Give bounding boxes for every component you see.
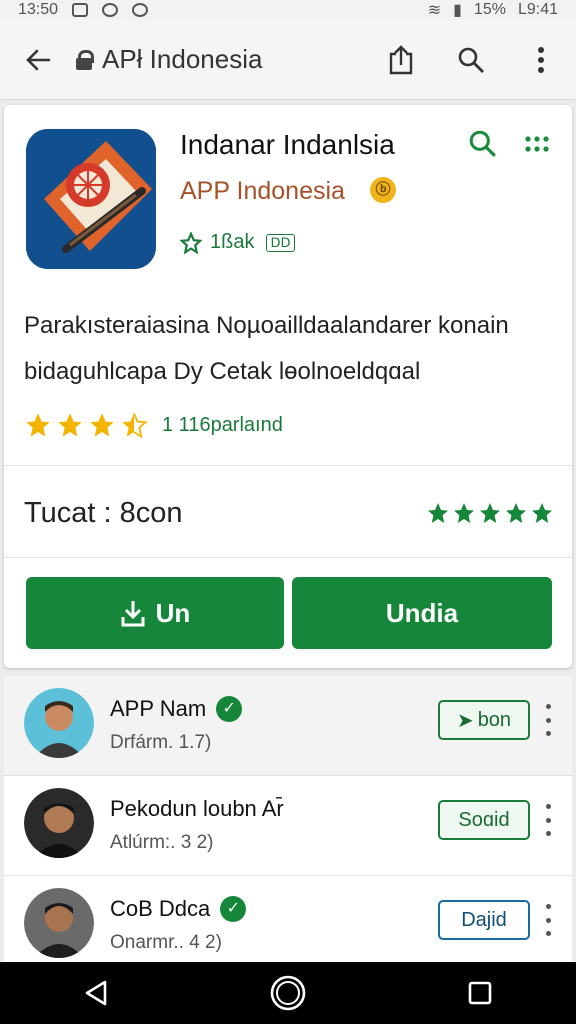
back-button[interactable] — [0, 20, 76, 100]
status-time: 13:50 — [18, 1, 59, 18]
install-button-label: Un — [155, 597, 191, 628]
star-full-icon — [58, 413, 82, 437]
total-label: Tucat : 8con — [24, 497, 183, 529]
home-circle-icon — [270, 975, 306, 1011]
list-item[interactable]: CoB Ddca ✓ Onarmr.. 4 2) Dajid — [4, 876, 572, 976]
avatar — [24, 788, 94, 858]
related-list: APP Nam ✓ Drfárm. 1.7) ➤ bon Pekodun loubn… — [4, 676, 572, 976]
list-item[interactable]: APP Nam ✓ Drfárm. 1.7) ➤ bon — [4, 676, 572, 776]
list-item-more-button[interactable] — [540, 704, 556, 736]
list-item-subtitle: Atlúrm:. 3 2) — [110, 832, 214, 853]
app-meta-label: 1ßak — [210, 231, 255, 253]
developer-badge-icon: ⓑ — [370, 177, 396, 203]
search-button[interactable] — [436, 20, 506, 100]
list-item-name: Pekodun loubn Ar̄ — [110, 796, 284, 821]
avatar — [24, 688, 94, 758]
star-full-icon — [90, 413, 114, 437]
list-item-name: APP Nam — [110, 696, 207, 721]
star-outline-icon — [180, 231, 202, 254]
green-rating-stars — [426, 501, 554, 525]
play-arrow-icon: ➤ — [456, 709, 474, 732]
rating-row: 1 116parlaınd — [24, 411, 283, 439]
more-vert-icon — [538, 46, 544, 73]
open-button-label: Undia — [385, 597, 459, 628]
list-item-more-button[interactable] — [540, 904, 556, 936]
signal-icon: ▮ — [453, 2, 462, 19]
star-green-icon — [532, 503, 552, 523]
share-button[interactable] — [366, 20, 436, 100]
share-icon — [389, 44, 413, 74]
star-green-icon — [506, 503, 526, 523]
gallery-icon — [72, 3, 89, 17]
avatar — [24, 888, 94, 958]
app-detail-card: Indanar Indanlsia APP Indonesia ⓑ 1ßak Ⅾ… — [4, 105, 572, 668]
nav-recents-button[interactable] — [455, 968, 505, 1018]
list-item-action-button[interactable]: Dajid — [438, 900, 530, 940]
card-apps-button[interactable] — [522, 129, 556, 163]
app-notification-icon — [132, 3, 149, 17]
search-icon — [469, 130, 496, 157]
list-item[interactable]: Pekodun loubn Ar̄ Atlúrm:. 3 2) Soɑid — [4, 776, 572, 876]
lock-icon — [76, 49, 94, 70]
wifi-icon: ≋ — [427, 2, 442, 19]
list-item-name: CoB Ddca — [110, 896, 211, 921]
arrow-back-icon — [26, 49, 51, 70]
rating-count: 1 116parlaınd — [162, 413, 283, 436]
star-full-icon — [26, 413, 50, 437]
star-green-icon — [454, 503, 474, 523]
developer-link[interactable]: APP Indonesia — [180, 177, 345, 206]
search-icon — [458, 47, 484, 73]
list-item-more-button[interactable] — [540, 804, 556, 836]
app-logo-graphic — [26, 129, 156, 269]
overflow-menu-button[interactable] — [506, 20, 576, 100]
page-url: APł Indonesia — [102, 44, 263, 74]
app-bar: APł Indonesia — [0, 20, 576, 100]
star-green-icon — [428, 503, 448, 523]
apps-grid-icon — [525, 136, 549, 152]
card-search-button[interactable] — [468, 129, 502, 163]
triangle-back-icon — [85, 980, 107, 1006]
star-green-icon — [480, 503, 500, 523]
app-description: Parakısteraiasina Noµoailldaalandarer ko… — [24, 312, 509, 385]
verified-icon: ✓ — [216, 696, 243, 722]
square-recents-icon — [468, 981, 492, 1005]
list-item-subtitle: Onarmr.. 4 2) — [110, 932, 222, 953]
divider — [4, 465, 572, 466]
app-icon[interactable] — [26, 129, 156, 269]
list-item-action-label: Soɑid — [458, 808, 510, 831]
nav-back-button[interactable] — [71, 968, 121, 1018]
app-meta-row: 1ßak ⅮⅮ — [180, 231, 295, 254]
divider — [4, 557, 572, 558]
list-item-action-label: bon — [477, 708, 512, 731]
status-time-right: L9:41 — [517, 1, 558, 18]
battery-level: 15% — [473, 1, 506, 18]
download-icon — [121, 601, 145, 627]
list-item-subtitle: Drfárm. 1.7) — [110, 732, 212, 753]
list-item-action-label: Dajid — [461, 908, 507, 931]
status-bar: 13:50 ≋ ▮ 15% L9:41 — [0, 0, 576, 20]
notification-icon — [102, 3, 119, 17]
content-rating-tag: ⅮⅮ — [266, 233, 295, 252]
verified-icon: ✓ — [220, 896, 247, 922]
system-nav-bar — [0, 962, 576, 1024]
list-item-action-button[interactable]: Soɑid — [438, 800, 530, 840]
app-title: Indanar Indanlsia — [180, 129, 395, 160]
nav-home-button[interactable] — [263, 968, 313, 1018]
install-button[interactable]: Un — [26, 577, 284, 649]
open-button[interactable]: Undia — [292, 577, 552, 649]
list-item-action-button[interactable]: ➤ bon — [438, 700, 530, 740]
star-half-icon — [122, 412, 148, 439]
